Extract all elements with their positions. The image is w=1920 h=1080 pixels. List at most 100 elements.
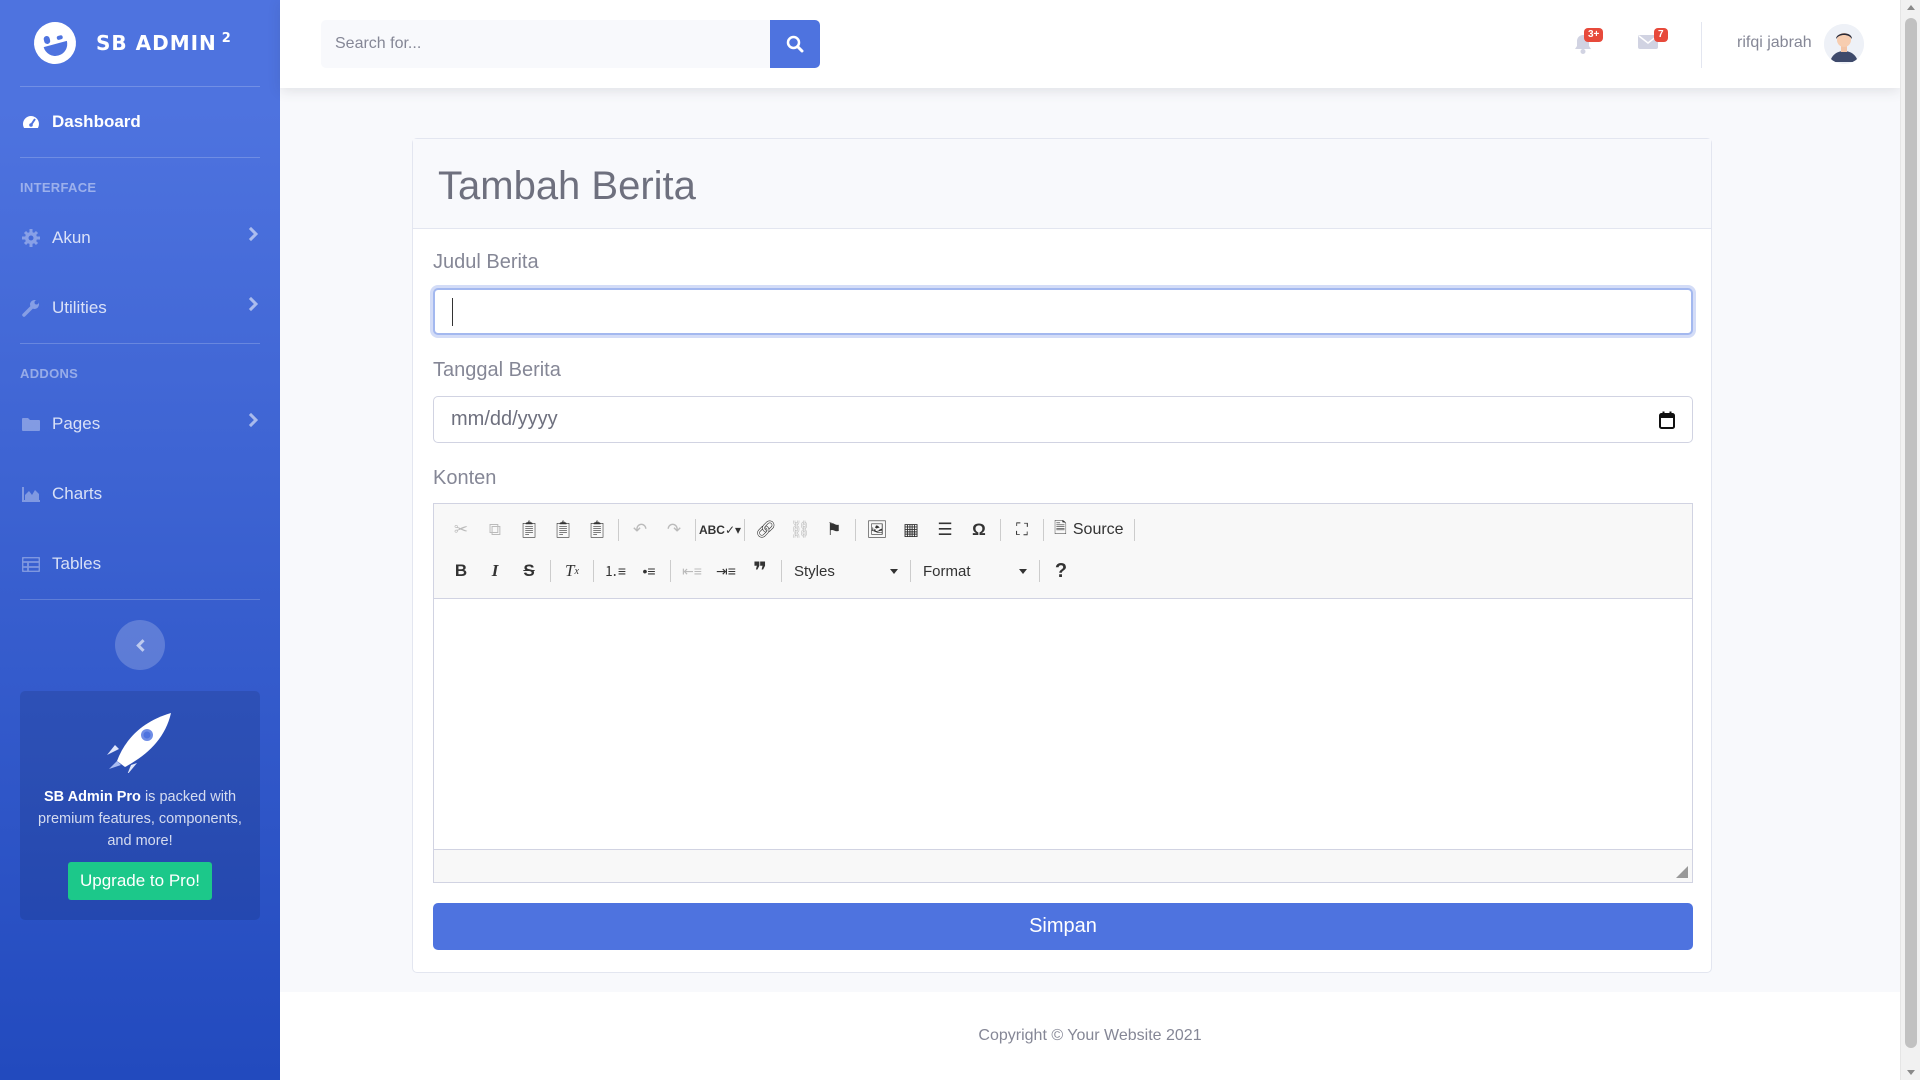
bulleted-list-icon[interactable]: •≡ (632, 556, 666, 586)
topbar: 3+ 7 rifqi jabrah (280, 0, 1900, 88)
editor-toolbar-row-2: B I S Tx ⒈≡ •≡ ⇤≡ ⇥≡ ❞ Styles Format ? (444, 553, 1078, 589)
source-icon: 🗎︎ (1054, 519, 1067, 537)
page-scrollbar[interactable] (1900, 0, 1920, 1080)
topbar-divider (1701, 22, 1702, 68)
search-input[interactable] (321, 20, 770, 68)
spellcheck-icon[interactable]: ABC✓▾ (699, 515, 741, 545)
resize-handle-icon[interactable] (1676, 866, 1688, 878)
special-char-icon[interactable]: Ω (962, 515, 996, 545)
search-icon (786, 35, 804, 53)
blockquote-icon[interactable]: ❞ (743, 556, 777, 586)
copyright-text: Copyright © Your Website 2021 (978, 1027, 1202, 1044)
wrench-icon (20, 299, 42, 317)
tachometer-icon (20, 113, 42, 131)
laugh-wink-icon (29, 17, 81, 69)
tanggal-label: Tanggal Berita (433, 359, 561, 381)
scroll-up-icon[interactable] (1907, 5, 1915, 10)
sidebar-item-label: Tables (52, 554, 102, 573)
remove-format-icon[interactable]: Tx (555, 556, 589, 586)
source-label: Source (1072, 521, 1124, 538)
sidebar-item-pages[interactable]: Pages (0, 389, 280, 459)
chevron-left-icon (135, 638, 149, 652)
alerts-dropdown[interactable]: 3+ (1574, 28, 1604, 59)
bold-icon[interactable]: B (444, 556, 478, 586)
table-icon[interactable]: ▦ (894, 515, 928, 545)
outdent-icon[interactable]: ⇤≡ (675, 556, 709, 586)
maximize-icon[interactable]: ⛶ (1005, 515, 1039, 545)
calendar-icon[interactable] (1659, 411, 1675, 429)
sidebar-item-label: Utilities (52, 298, 107, 317)
link-icon[interactable]: 🔗︎ (749, 515, 783, 545)
folder-icon (20, 415, 42, 433)
indent-icon[interactable]: ⇥≡ (709, 556, 743, 586)
source-button[interactable]: 🗎︎ Source (1048, 515, 1130, 545)
paste-text-icon[interactable]: 📋︎ (546, 515, 580, 545)
styles-dropdown[interactable]: Styles (786, 556, 906, 586)
unlink-icon[interactable]: ⛓ (783, 515, 817, 545)
help-icon[interactable]: ? (1044, 556, 1078, 586)
editor-toolbar-row-1: ✂ ⧉ 📋︎ 📋︎ 📋︎ ↶ ↷ ABC✓▾ 🔗︎ ⛓ ⚑ 🖼︎ ▦ ☰ Ω ⛶… (444, 512, 1139, 548)
judul-input[interactable] (433, 288, 1693, 335)
sidebar-promo-card: SB Admin Pro is packed with premium feat… (20, 691, 260, 920)
chevron-right-icon (243, 296, 259, 312)
numbered-list-icon[interactable]: ⒈≡ (598, 556, 632, 586)
sidebar-item-charts[interactable]: Charts (0, 459, 280, 529)
table-icon (20, 555, 42, 573)
date-placeholder: mm/dd/yyyy (451, 408, 558, 430)
sidebar-item-dashboard[interactable]: Dashboard (0, 87, 280, 157)
chart-area-icon (20, 485, 42, 503)
sidebar-toggle-button[interactable] (115, 620, 165, 670)
horizontal-line-icon[interactable]: ☰ (928, 515, 962, 545)
scrollbar-thumb[interactable] (1905, 18, 1917, 1048)
anchor-flag-icon[interactable]: ⚑ (817, 515, 851, 545)
messages-dropdown[interactable]: 7 (1638, 28, 1668, 55)
page-title: Tambah Berita (438, 164, 696, 208)
rich-text-editor: ✂ ⧉ 📋︎ 📋︎ 📋︎ ↶ ↷ ABC✓▾ 🔗︎ ⛓ ⚑ 🖼︎ ▦ ☰ Ω ⛶… (433, 503, 1693, 883)
sidebar-item-tables[interactable]: Tables (0, 529, 280, 599)
scroll-down-icon[interactable] (1907, 1070, 1915, 1075)
simpan-button[interactable]: Simpan (433, 903, 1693, 950)
strikethrough-icon[interactable]: S (512, 556, 546, 586)
paste-icon[interactable]: 📋︎ (512, 515, 546, 545)
text-caret (452, 297, 453, 326)
caret-down-icon (1019, 568, 1027, 574)
promo-text: SB Admin Pro is packed with premium feat… (38, 789, 242, 849)
sidebar-item-akun[interactable]: Akun (0, 203, 280, 273)
search-form (321, 20, 820, 68)
sidebar-item-label: Akun (52, 228, 91, 247)
konten-label: Konten (433, 467, 497, 489)
format-dropdown[interactable]: Format (915, 556, 1035, 586)
brand-link[interactable]: SB ADMIN 2 (0, 0, 280, 86)
sidebar-heading-interface: INTERFACE (20, 180, 97, 195)
editor-content-area[interactable] (434, 598, 1692, 850)
italic-icon[interactable]: I (478, 556, 512, 586)
gear-icon (20, 229, 42, 247)
sidebar-heading-addons: ADDONS (20, 366, 79, 381)
chevron-right-icon (243, 226, 259, 242)
format-label: Format (923, 562, 971, 580)
styles-label: Styles (794, 562, 835, 580)
user-name[interactable]: rifqi jabrah (1737, 34, 1812, 52)
sidebar-divider (20, 599, 260, 600)
cut-icon[interactable]: ✂ (444, 515, 478, 545)
sidebar-item-label: Pages (52, 414, 101, 433)
user-avatar[interactable] (1824, 24, 1864, 64)
judul-label: Judul Berita (433, 251, 539, 273)
tanggal-date-input[interactable]: mm/dd/yyyy (433, 396, 1693, 443)
copy-icon[interactable]: ⧉ (478, 515, 512, 545)
sidebar-item-label: Charts (52, 484, 103, 503)
chevron-right-icon (243, 412, 259, 428)
brand-title: SB ADMIN 2 (96, 31, 232, 55)
caret-down-icon (890, 568, 898, 574)
image-icon[interactable]: 🖼︎ (860, 515, 894, 545)
undo-icon[interactable]: ↶ (623, 515, 657, 545)
alerts-badge: 3+ (1584, 28, 1604, 42)
sidebar: SB ADMIN 2 Dashboard INTERFACE Akun Utili… (0, 0, 280, 1080)
sidebar-item-label: Dashboard (52, 112, 141, 131)
sidebar-item-utilities[interactable]: Utilities (0, 273, 280, 343)
messages-badge: 7 (1654, 28, 1668, 42)
paste-word-icon[interactable]: 📋︎ (580, 515, 614, 545)
upgrade-to-pro-button[interactable]: Upgrade to Pro! (67, 862, 212, 900)
search-button[interactable] (770, 20, 820, 68)
redo-icon[interactable]: ↷ (657, 515, 691, 545)
